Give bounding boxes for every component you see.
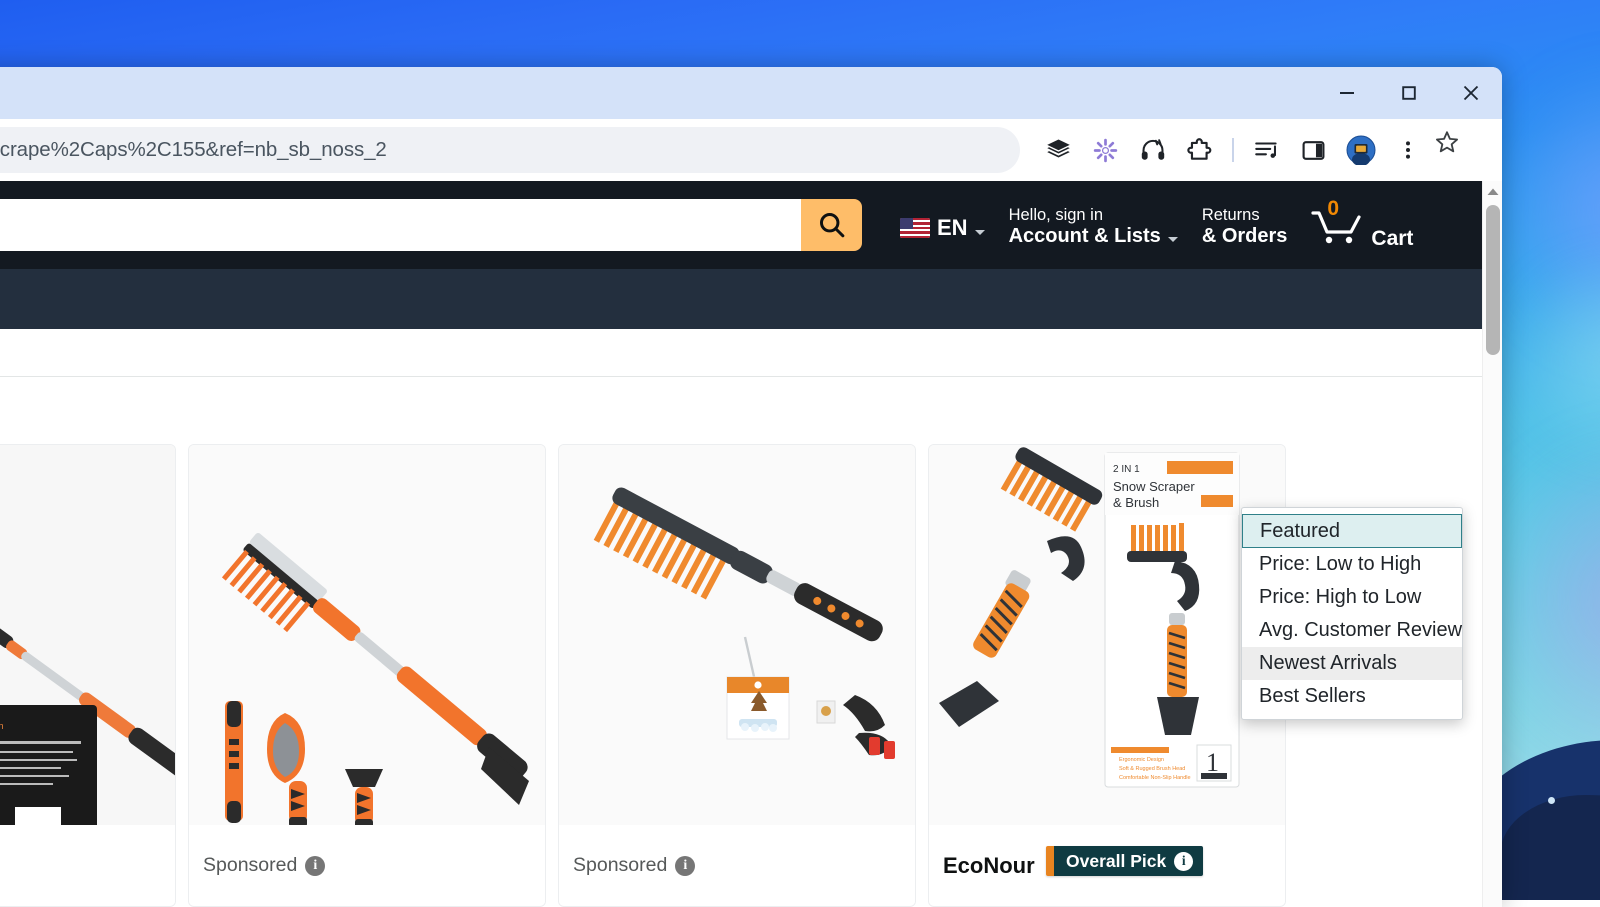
product-card-footer: Sponsored i <box>189 825 545 906</box>
language-code: EN <box>937 215 968 241</box>
returns-line1: Returns <box>1202 206 1288 225</box>
returns-line2: & Orders <box>1202 225 1288 248</box>
amazon-search-bar[interactable] <box>0 199 862 251</box>
product-card-footer: Sponsored i <box>0 825 175 906</box>
browser-toolbar: =ice+scrape%2Caps%2C155&ref=nb_sb_noss_2 <box>0 119 1502 181</box>
sponsored-text: Sponsored <box>573 854 667 877</box>
scrollbar-up-arrow[interactable] <box>1483 181 1502 203</box>
page-viewport: EN Hello, sign in Account & Lists Return… <box>0 181 1502 907</box>
sponsored-label: Sponsored i <box>573 854 695 877</box>
sort-option-label: Newest Arrivals <box>1259 652 1397 675</box>
amazon-nav-bar[interactable] <box>0 269 1502 329</box>
sort-option-best-sellers[interactable]: Best Sellers <box>1242 680 1462 713</box>
info-icon[interactable]: i <box>305 856 325 876</box>
media-playlist-icon[interactable] <box>1243 119 1290 181</box>
svg-text:Snow Scraper: Snow Scraper <box>1113 479 1195 494</box>
page-scrollbar[interactable] <box>1482 181 1502 907</box>
product-card-footer: Sponsored i <box>559 825 915 906</box>
svg-text:1: 1 <box>1206 748 1219 777</box>
cart-label: Cart <box>1371 227 1413 251</box>
account-and-lists-button[interactable]: Hello, sign in Account & Lists <box>997 198 1190 256</box>
maximize-button[interactable] <box>1378 67 1440 119</box>
us-flag-icon <box>900 218 930 238</box>
side-panel-icon[interactable] <box>1290 119 1337 181</box>
chevron-down-icon <box>1168 237 1178 242</box>
sort-option-label: Avg. Customer Review <box>1259 619 1462 642</box>
bookmark-star-icon[interactable] <box>1427 122 1467 162</box>
product-card[interactable]: 2 IN 1 Snow Scraper & Brush <box>928 444 1286 907</box>
browser-window: =ice+scrape%2Caps%2C155&ref=nb_sb_noss_2 <box>0 67 1502 907</box>
info-icon[interactable]: i <box>1174 852 1193 871</box>
svg-text:Comfortable Non-Slip Handle: Comfortable Non-Slip Handle <box>1119 775 1191 781</box>
svg-text:& Brush: & Brush <box>1113 495 1159 510</box>
language-selector[interactable]: EN <box>890 209 997 247</box>
minimize-button[interactable] <box>1316 67 1378 119</box>
amazon-header: EN Hello, sign in Account & Lists Return… <box>0 181 1502 269</box>
sponsored-text: Sponsored <box>203 854 297 877</box>
chevron-down-icon <box>975 230 985 235</box>
loading-spinner-icon[interactable] <box>1082 119 1129 181</box>
info-icon[interactable]: i <box>675 856 695 876</box>
product-image[interactable]: brush <box>0 445 175 827</box>
badge-label: Overall Pick <box>1066 851 1166 872</box>
product-card-row: brush Sponsored <box>0 444 1286 907</box>
sort-option-label: Price: High to Low <box>1259 586 1421 609</box>
svg-text:Ergonomic Design: Ergonomic Design <box>1119 757 1164 763</box>
product-image[interactable] <box>189 445 545 827</box>
toolbar-divider <box>1223 138 1243 162</box>
window-titlebar <box>0 67 1502 119</box>
badge-accent-bar <box>1046 846 1054 876</box>
sort-option-price-high-to-low[interactable]: Price: High to Low <box>1242 581 1462 614</box>
sort-option-price-low-to-high[interactable]: Price: Low to High <box>1242 548 1462 581</box>
sort-option-featured[interactable]: Featured <box>1242 514 1462 548</box>
sort-option-label: Featured <box>1260 520 1340 543</box>
overall-pick-badge[interactable]: Overall Pick i <box>1046 846 1203 876</box>
svg-text:Soft & Rugged Brush Head: Soft & Rugged Brush Head <box>1119 766 1185 772</box>
sponsored-label: Sponsored i <box>203 854 325 877</box>
product-image[interactable] <box>559 445 915 827</box>
svg-text:2 IN 1: 2 IN 1 <box>1113 464 1140 475</box>
amazon-nav-right: EN Hello, sign in Account & Lists Return… <box>890 181 1423 269</box>
account-label-text: Account & Lists <box>1009 225 1161 248</box>
amazon-results-toolbar <box>0 329 1502 377</box>
product-image[interactable]: 2 IN 1 Snow Scraper & Brush <box>929 445 1285 827</box>
sort-option-newest-arrivals[interactable]: Newest Arrivals <box>1242 647 1462 680</box>
sort-option-label: Best Sellers <box>1259 685 1366 708</box>
sort-option-avg-customer-review[interactable]: Avg. Customer Review <box>1242 614 1462 647</box>
scrollbar-thumb[interactable] <box>1486 205 1500 355</box>
search-input[interactable] <box>0 199 801 251</box>
cart-button[interactable]: 0 Cart <box>1299 199 1423 260</box>
profile-avatar-icon[interactable] <box>1337 119 1384 181</box>
account-greeting: Hello, sign in <box>1009 206 1178 225</box>
close-button[interactable] <box>1440 67 1502 119</box>
chrome-menu-icon[interactable] <box>1384 119 1431 181</box>
sort-option-label: Price: Low to High <box>1259 553 1421 576</box>
product-card[interactable]: Sponsored i <box>188 444 546 907</box>
badge-body: Overall Pick i <box>1054 846 1203 876</box>
product-card[interactable]: Sponsored i <box>558 444 916 907</box>
returns-and-orders-button[interactable]: Returns & Orders <box>1190 198 1300 256</box>
toolbar-icon-group <box>1035 119 1431 181</box>
sort-dropdown-menu[interactable]: Featured Price: Low to High Price: High … <box>1241 507 1463 720</box>
account-label: Account & Lists <box>1009 225 1178 248</box>
extensions-layers-icon[interactable] <box>1035 119 1082 181</box>
product-card[interactable]: brush Sponsored <box>0 444 176 907</box>
address-bar[interactable]: =ice+scrape%2Caps%2C155&ref=nb_sb_noss_2 <box>0 127 1020 173</box>
wallpaper-light-dot <box>1548 797 1555 804</box>
svg-text:brush: brush <box>0 721 4 731</box>
extensions-puzzle-icon[interactable] <box>1176 119 1223 181</box>
headphones-icon[interactable] <box>1129 119 1176 181</box>
product-brand[interactable]: EcoNour <box>943 853 1035 879</box>
search-icon[interactable] <box>801 199 862 251</box>
cart-count-badge: 0 <box>1327 197 1339 221</box>
address-bar-text: =ice+scrape%2Caps%2C155&ref=nb_sb_noss_2 <box>0 138 387 162</box>
